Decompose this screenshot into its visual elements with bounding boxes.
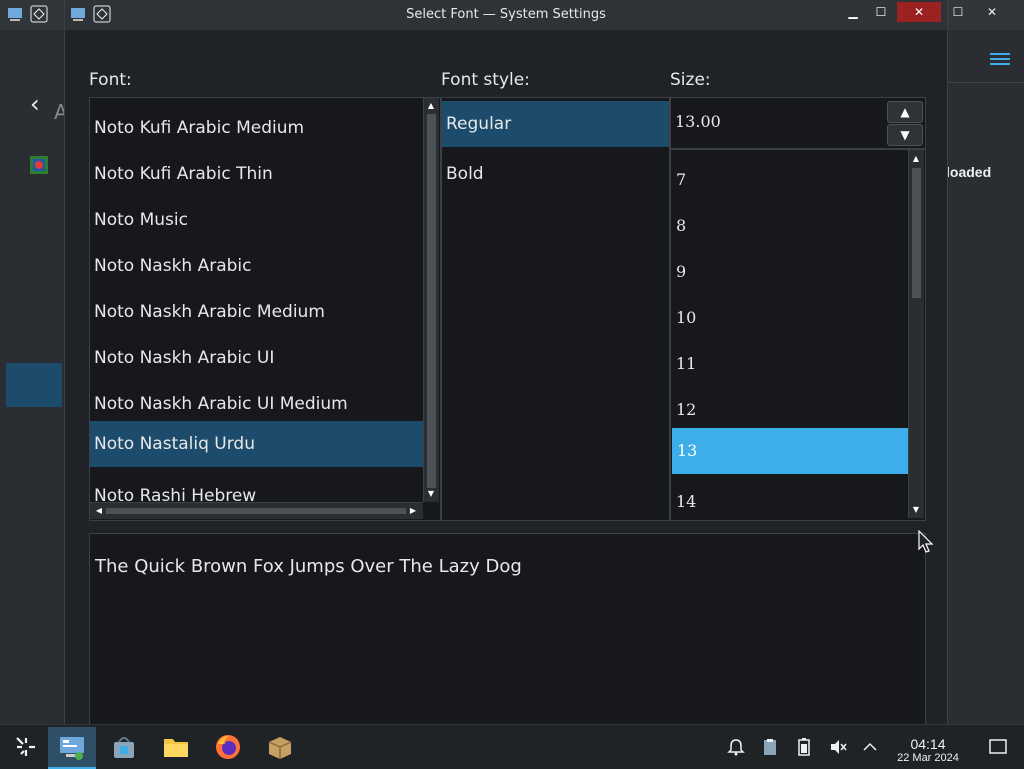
size-increase-button[interactable]: ▲: [887, 101, 923, 123]
firefox-icon: [216, 735, 240, 759]
style-list-item[interactable]: Bold: [442, 151, 669, 197]
size-list[interactable]: 7 8 9 10 11 12 13 14 ▲ ▼: [670, 149, 926, 521]
font-list-item[interactable]: Noto Naskh Arabic UI: [90, 335, 424, 381]
size-list-item[interactable]: 8: [671, 203, 908, 249]
pin-icon[interactable]: [30, 5, 48, 23]
background-sidebar: ‹ A: [0, 30, 68, 724]
minimize-button[interactable]: ▁: [841, 2, 865, 22]
taskbar: [0, 724, 1024, 769]
scroll-up-arrow-icon[interactable]: ▲: [909, 153, 923, 165]
expand-tray-icon[interactable]: [860, 737, 880, 757]
font-list-item[interactable]: Noto Naskh Arabic: [90, 243, 424, 289]
size-list-item-selected[interactable]: 13: [672, 428, 908, 474]
task-system-settings[interactable]: [48, 727, 96, 769]
task-dolphin-files[interactable]: [152, 727, 200, 767]
app-launcher-button[interactable]: [2, 727, 50, 767]
maximize-button[interactable]: ☐: [869, 2, 893, 22]
size-list-item[interactable]: 12: [671, 387, 908, 433]
font-list-horizontal-scrollbar[interactable]: ◀ ▶: [90, 502, 423, 519]
size-spinbox[interactable]: 13.00 ▲ ▼: [670, 97, 926, 149]
background-close-button[interactable]: ✕: [980, 2, 1004, 22]
font-list-item-selected[interactable]: Noto Nastaliq Urdu: [90, 421, 424, 467]
size-list-item[interactable]: 11: [671, 341, 908, 387]
font-list-item[interactable]: Noto Kufi Arabic Medium: [90, 105, 424, 151]
size-list-item[interactable]: 10: [671, 295, 908, 341]
size-list-item[interactable]: 14: [671, 479, 908, 520]
font-style-list[interactable]: Regular Bold: [441, 97, 670, 521]
scroll-down-arrow-icon[interactable]: ▼: [424, 488, 438, 500]
clock-time[interactable]: 04:14: [898, 736, 958, 752]
mouse-cursor-icon: [918, 530, 934, 553]
background-content-edge: loaded: [946, 30, 1024, 724]
background-status-text: loaded: [946, 164, 992, 180]
size-list-item[interactable]: 7: [671, 157, 908, 203]
preview-text: The Quick Brown Fox Jumps Over The Lazy …: [95, 556, 522, 577]
clock-date[interactable]: 22 Mar 2024: [888, 752, 968, 764]
font-label: Font:: [89, 70, 132, 90]
divider: [946, 82, 1024, 83]
size-decrease-button[interactable]: ▼: [887, 124, 923, 146]
hamburger-menu-icon[interactable]: [990, 50, 1010, 68]
battery-icon[interactable]: [794, 737, 814, 757]
task-ark-archiver[interactable]: [256, 727, 304, 767]
back-arrow-icon[interactable]: ‹: [30, 90, 40, 118]
archive-box-icon: [268, 737, 292, 759]
background-maximize-button[interactable]: ☐: [946, 2, 970, 22]
scroll-up-arrow-icon[interactable]: ▲: [424, 100, 438, 112]
select-font-dialog: Select Font — System Settings ▁ ☐ ✕ Font…: [64, 0, 948, 726]
volume-muted-icon[interactable]: [828, 737, 848, 757]
style-list-item-selected[interactable]: Regular: [442, 101, 669, 147]
system-settings-icon[interactable]: [6, 5, 24, 23]
show-desktop-icon[interactable]: [988, 737, 1008, 757]
font-preview[interactable]: The Quick Brown Fox Jumps Over The Lazy …: [89, 533, 926, 726]
scrollbar-thumb[interactable]: [427, 114, 436, 488]
scrollbar-thumb[interactable]: [912, 168, 921, 298]
dialog-title: Select Font — System Settings: [406, 7, 606, 22]
task-discover[interactable]: [100, 727, 148, 767]
discover-store-icon: [114, 737, 134, 758]
font-list-item[interactable]: Noto Kufi Arabic Thin: [90, 151, 424, 197]
task-firefox[interactable]: [204, 727, 252, 767]
app-launcher-icon: [16, 737, 35, 756]
size-label: Size:: [670, 70, 711, 90]
size-list-item[interactable]: 9: [671, 249, 908, 295]
font-list-item[interactable]: Noto Music: [90, 197, 424, 243]
settings-module-icon[interactable]: [28, 154, 50, 176]
scroll-down-arrow-icon[interactable]: ▼: [909, 504, 923, 516]
scroll-left-arrow-icon[interactable]: ◀: [92, 505, 106, 517]
size-list-vertical-scrollbar[interactable]: ▲ ▼: [908, 150, 924, 518]
sidebar-selected-item[interactable]: [6, 363, 62, 407]
system-settings-icon: [60, 737, 84, 760]
folder-icon: [164, 739, 188, 757]
clipboard-icon[interactable]: [760, 737, 780, 757]
scrollbar-thumb[interactable]: [106, 508, 406, 514]
size-input-value[interactable]: 13.00: [675, 112, 721, 131]
dialog-titlebar[interactable]: Select Font — System Settings ▁ ☐ ✕: [65, 0, 947, 30]
font-list-vertical-scrollbar[interactable]: ▲ ▼: [423, 98, 439, 502]
notifications-icon[interactable]: [726, 737, 746, 757]
scroll-right-arrow-icon[interactable]: ▶: [406, 505, 420, 517]
font-style-label: Font style:: [441, 70, 530, 90]
close-button[interactable]: ✕: [897, 2, 941, 22]
font-list[interactable]: Noto Kufi Arabic Medium Noto Kufi Arabic…: [89, 97, 441, 521]
font-list-item[interactable]: Noto Naskh Arabic Medium: [90, 289, 424, 335]
